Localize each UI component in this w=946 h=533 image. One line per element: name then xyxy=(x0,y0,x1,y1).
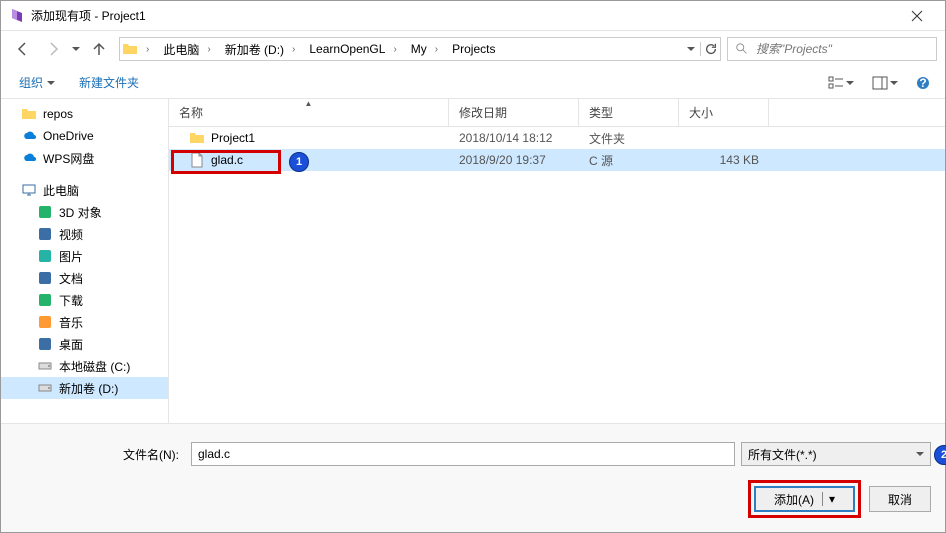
search-box[interactable] xyxy=(727,37,937,61)
folder-icon xyxy=(21,106,37,122)
sidebar-item-1[interactable]: OneDrive xyxy=(1,125,168,147)
filename-label: 文件名(N): xyxy=(15,446,185,463)
filename-input[interactable] xyxy=(191,442,735,466)
breadcrumb-seg-3[interactable]: My xyxy=(403,38,429,60)
breadcrumb-seg-0[interactable]: 此电脑 xyxy=(155,38,201,60)
file-row[interactable]: Project12018/10/14 18:12文件夹 xyxy=(169,127,945,149)
sidebar-item-9[interactable]: 音乐 xyxy=(1,311,168,333)
breadcrumb[interactable]: › 此电脑› 新加卷 (D:)› LearnOpenGL› My› Projec… xyxy=(119,37,721,61)
cancel-button[interactable]: 取消 xyxy=(869,486,931,512)
pictures-icon xyxy=(37,248,53,264)
breadcrumb-seg-4[interactable]: Projects xyxy=(444,38,497,60)
close-button[interactable] xyxy=(897,2,937,30)
forward-button[interactable] xyxy=(39,36,67,62)
disk-icon xyxy=(37,358,53,374)
file-list: Project12018/10/14 18:12文件夹glad.c2018/9/… xyxy=(169,127,945,423)
docs-icon xyxy=(37,270,53,286)
filetype-dropdown[interactable]: 所有文件(*.*) 2 xyxy=(741,442,931,466)
breadcrumb-dropdown[interactable] xyxy=(680,45,700,53)
chevron-right-icon: › xyxy=(140,44,155,55)
c-icon xyxy=(189,152,205,168)
wps-icon xyxy=(21,150,37,166)
folder-icon xyxy=(120,41,140,57)
downloads-icon xyxy=(37,292,53,308)
search-input[interactable] xyxy=(752,42,932,56)
help-button[interactable]: ? xyxy=(911,71,935,95)
breadcrumb-seg-2[interactable]: LearnOpenGL xyxy=(301,38,387,60)
sidebar-item-11[interactable]: 本地磁盘 (C:) xyxy=(1,355,168,377)
organize-button[interactable]: 组织 xyxy=(11,70,63,95)
folder-icon xyxy=(189,130,205,146)
video-icon xyxy=(37,226,53,242)
column-date[interactable]: 修改日期 xyxy=(449,99,579,126)
sort-indicator-icon: ▲ xyxy=(305,99,313,108)
sidebar-item-3[interactable]: 此电脑 xyxy=(1,179,168,201)
sidebar-item-2[interactable]: WPS网盘 xyxy=(1,147,168,169)
history-dropdown[interactable] xyxy=(69,36,83,62)
annotation-highlight-2: 添加(A) ▾ xyxy=(748,480,861,518)
sidebar-item-4[interactable]: 3D 对象 xyxy=(1,201,168,223)
sidebar: reposOneDriveWPS网盘此电脑3D 对象视频图片文档下载音乐桌面本地… xyxy=(1,99,169,423)
disk-icon xyxy=(37,380,53,396)
search-icon xyxy=(732,42,752,56)
sidebar-item-10[interactable]: 桌面 xyxy=(1,333,168,355)
window-title: 添加现有项 - Project1 xyxy=(31,7,897,24)
file-row[interactable]: glad.c2018/9/20 19:37C 源143 KB xyxy=(169,149,945,171)
app-icon xyxy=(9,8,25,24)
music-icon xyxy=(37,314,53,330)
desktop-icon xyxy=(37,336,53,352)
chevron-right-icon: › xyxy=(201,44,216,55)
annotation-badge-2: 2 xyxy=(934,445,946,465)
sidebar-item-12[interactable]: 新加卷 (D:) xyxy=(1,377,168,399)
column-name[interactable]: 名称▲ xyxy=(169,99,449,126)
column-type[interactable]: 类型 xyxy=(579,99,679,126)
chevron-right-icon: › xyxy=(387,44,402,55)
back-button[interactable] xyxy=(9,36,37,62)
new-folder-button[interactable]: 新建文件夹 xyxy=(71,70,147,95)
add-button[interactable]: 添加(A) ▾ xyxy=(754,486,855,512)
refresh-button[interactable] xyxy=(700,42,720,56)
column-size[interactable]: 大小 xyxy=(679,99,769,126)
sidebar-item-6[interactable]: 图片 xyxy=(1,245,168,267)
sidebar-item-7[interactable]: 文档 xyxy=(1,267,168,289)
breadcrumb-seg-1[interactable]: 新加卷 (D:) xyxy=(217,38,286,60)
preview-pane-button[interactable] xyxy=(867,71,903,95)
sidebar-item-0[interactable]: repos xyxy=(1,103,168,125)
3d-icon xyxy=(37,204,53,220)
chevron-right-icon: › xyxy=(429,44,444,55)
sidebar-item-5[interactable]: 视频 xyxy=(1,223,168,245)
view-options-button[interactable] xyxy=(823,71,859,95)
chevron-right-icon: › xyxy=(286,44,301,55)
svg-text:?: ? xyxy=(919,76,926,90)
onedrive-icon xyxy=(21,128,37,144)
pc-icon xyxy=(21,182,37,198)
up-button[interactable] xyxy=(85,36,113,62)
sidebar-item-8[interactable]: 下载 xyxy=(1,289,168,311)
